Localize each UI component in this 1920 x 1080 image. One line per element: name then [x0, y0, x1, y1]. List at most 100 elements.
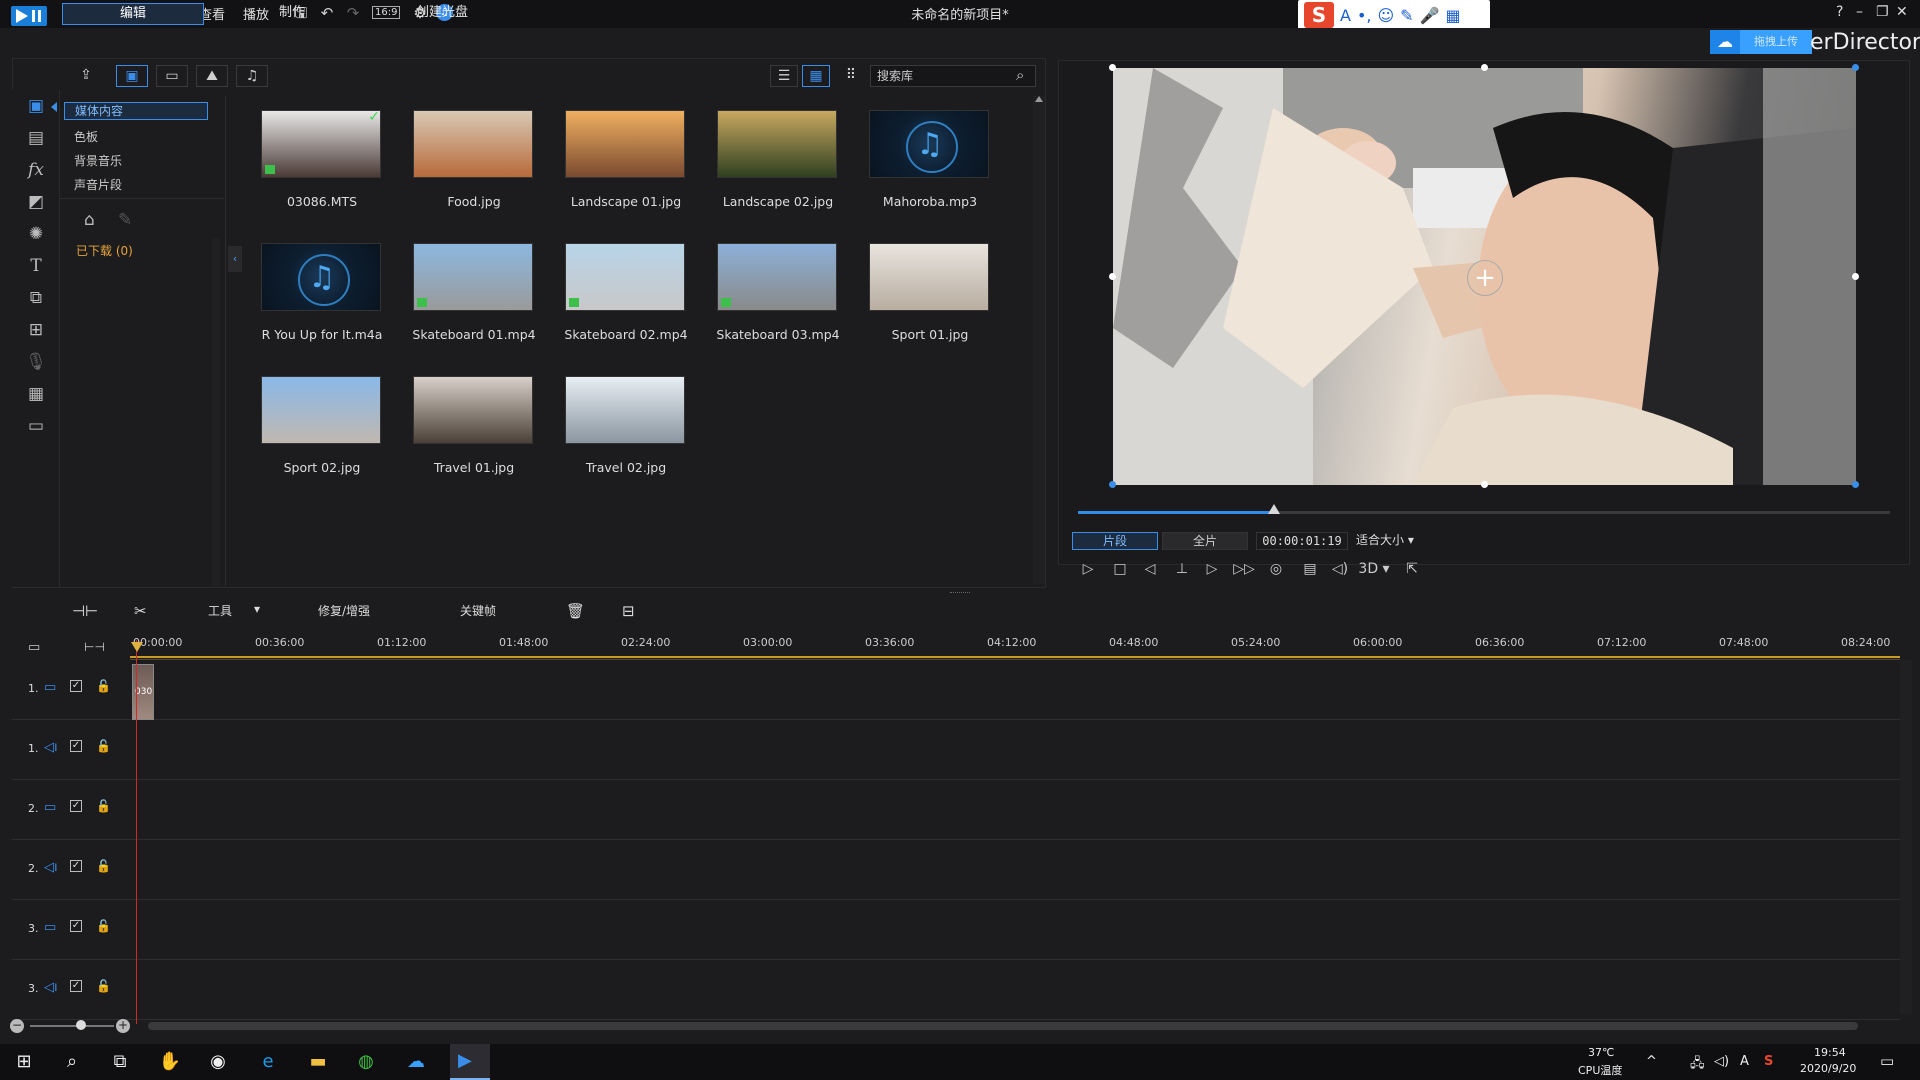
search-icon[interactable]: ⌕ [60, 1050, 84, 1074]
fx-room-icon[interactable]: fx [22, 158, 50, 182]
clip-mode-tab[interactable]: 片段 [1072, 532, 1158, 550]
remove-tag-icon[interactable]: ✎ [118, 210, 132, 230]
move-crosshair-icon[interactable]: + [1467, 260, 1503, 296]
media-item[interactable]: Landscape 01.jpg [565, 110, 687, 238]
ime-emoji-icon[interactable]: ☺ [1377, 6, 1394, 25]
delete-icon[interactable]: 🗑 [566, 602, 585, 620]
track-enable-checkbox[interactable]: ✓ [70, 680, 82, 692]
restore-button[interactable]: ❐ [1876, 4, 1889, 20]
track-lock-icon[interactable]: 🔓 [96, 919, 111, 933]
media-item[interactable]: ✓ 03086.MTS [261, 109, 383, 238]
timeline-track[interactable]: 2. ◁ı ✓ 🔓 [12, 840, 1900, 900]
filter-image-icon[interactable]: ⛰ [196, 65, 228, 87]
tree-scrollbar[interactable] [212, 238, 220, 586]
resize-handle[interactable] [1109, 64, 1116, 71]
panel-splitter[interactable] [950, 592, 970, 594]
tree-item-bg-music[interactable]: 背景音乐 [74, 152, 122, 169]
seek-knob[interactable] [1268, 504, 1280, 514]
track-lock-icon[interactable]: 🔓 [96, 799, 111, 813]
keyframe-button[interactable]: 关键帧 [460, 602, 496, 619]
chapter-room-icon[interactable]: ▦ [22, 382, 50, 406]
media-item[interactable]: Sport 01.jpg [869, 243, 991, 371]
filter-audio-icon[interactable]: ♫ [236, 65, 268, 87]
volume-icon[interactable]: ◁) [1714, 1054, 1729, 1069]
tools-menu[interactable]: 工具 [208, 602, 232, 619]
title-room-icon[interactable]: T [22, 254, 50, 278]
track-enable-checkbox[interactable]: ✓ [70, 740, 82, 752]
import-media-icon[interactable]: ⇪ [70, 65, 102, 87]
network-icon[interactable]: 🖧 [1690, 1054, 1705, 1076]
sogou-logo-icon[interactable]: S [1304, 2, 1334, 28]
stop-icon[interactable]: □ [1108, 558, 1132, 580]
fit-size-dropdown[interactable]: 适合大小 ▾ [1356, 532, 1432, 550]
media-item[interactable]: Landscape 02.jpg [717, 110, 839, 238]
media-item[interactable]: Skateboard 02.mp4 [564, 243, 688, 371]
tree-item-color-boards[interactable]: 色板 [74, 128, 98, 145]
zoom-slider-knob[interactable] [76, 1020, 86, 1030]
fit-timeline-icon[interactable]: ⊣⊢ [72, 602, 98, 620]
playhead-marker[interactable] [131, 642, 143, 652]
minimize-button[interactable]: – [1856, 4, 1863, 20]
chevron-down-icon[interactable]: ▾ [254, 602, 260, 616]
media-item[interactable]: Travel 01.jpg [413, 376, 535, 504]
scissors-icon[interactable]: ✂ [134, 602, 147, 620]
track-lock-icon[interactable]: 🔓 [96, 979, 111, 993]
pip-room-icon[interactable]: ◩ [22, 190, 50, 214]
ime-indicator[interactable]: A [1740, 1054, 1749, 1069]
track-enable-checkbox[interactable]: ✓ [70, 860, 82, 872]
movie-mode-tab[interactable]: 全片 [1162, 532, 1248, 550]
zoom-in-icon[interactable]: + [116, 1019, 130, 1033]
media-room-icon[interactable]: ▣ [22, 94, 50, 118]
search-icon[interactable]: ⌕ [1016, 66, 1024, 84]
zoom-out-icon[interactable]: − [10, 1019, 24, 1033]
media-item[interactable]: Travel 02.jpg [565, 376, 687, 504]
media-item[interactable]: Skateboard 01.mp4 [412, 243, 536, 371]
resize-handle[interactable] [1852, 273, 1859, 280]
upload-button[interactable]: ☁ 拖拽上传 [1710, 30, 1812, 54]
resize-handle[interactable] [1852, 481, 1859, 488]
filter-all-media-icon[interactable]: ▣ [116, 65, 148, 87]
add-tag-icon[interactable]: ⌂ [84, 210, 95, 230]
resize-handle[interactable] [1481, 64, 1488, 71]
windows-start-icon[interactable]: ⊞ [12, 1050, 36, 1074]
media-item[interactable]: ♫ R You Up for It.m4a [261, 243, 383, 371]
media-item[interactable]: Food.jpg [413, 110, 535, 238]
more-functions-icon[interactable]: ⊟ [622, 602, 635, 620]
track-lock-icon[interactable]: 🔓 [96, 679, 111, 693]
resize-handle[interactable] [1109, 273, 1116, 280]
template-room-icon[interactable]: ▤ [22, 126, 50, 150]
track-enable-checkbox[interactable]: ✓ [70, 920, 82, 932]
timeline-track[interactable]: 3. ◁ı ✓ 🔓 [12, 960, 1900, 1020]
volume-icon[interactable]: ◁) [1328, 558, 1352, 580]
media-item[interactable]: Sport 02.jpg [261, 376, 383, 504]
timeline-track[interactable]: 3. ▭ ✓ 🔓 [12, 900, 1900, 960]
voice-record-icon[interactable]: 🎙 [22, 350, 50, 374]
split-icon[interactable]: ⊥ [1170, 558, 1194, 580]
library-scrollbar[interactable] [1033, 96, 1045, 584]
undock-icon[interactable]: ⇱ [1400, 558, 1424, 580]
collapse-tree-button[interactable]: ‹ [228, 246, 242, 272]
list-view-icon[interactable]: ☰ [770, 65, 798, 87]
ime-handwrite-icon[interactable]: ✎ [1400, 6, 1413, 25]
tab-produce[interactable]: 制作 [221, 3, 363, 25]
tab-edit[interactable]: 编辑 [62, 3, 204, 25]
cloud-app-icon[interactable]: ☁ [404, 1050, 428, 1074]
ime-punct-icon[interactable]: •, [1357, 6, 1372, 25]
powerdirector-taskbar-button[interactable]: ▶ [450, 1044, 490, 1080]
track-enable-checkbox[interactable]: ✓ [70, 980, 82, 992]
help-button[interactable]: ? [1836, 4, 1843, 20]
close-button[interactable]: ✕ [1896, 4, 1908, 20]
track-manager-icon[interactable]: ▭ [28, 640, 40, 655]
ime-lang-icon[interactable]: A [1340, 6, 1351, 25]
timeline-track[interactable]: 1. ▭ ✓ 🔓 [12, 660, 1900, 720]
transition-room-icon[interactable]: ⧉ [22, 286, 50, 310]
timeline-fit-icon[interactable]: ⊢⊣ [84, 640, 105, 654]
file-explorer-icon[interactable]: ▬ [306, 1050, 330, 1074]
media-item[interactable]: ♫ Mahoroba.mp3 [869, 110, 991, 238]
sogou-tray-icon[interactable]: S [1764, 1054, 1773, 1069]
resize-handle[interactable] [1481, 481, 1488, 488]
tree-item-media[interactable]: 媒体内容 [64, 102, 208, 120]
hand-app-icon[interactable]: ✋ [158, 1050, 182, 1074]
tray-expand-icon[interactable]: ^ [1646, 1054, 1657, 1069]
mode-3d-button[interactable]: 3D ▾ [1354, 558, 1394, 580]
